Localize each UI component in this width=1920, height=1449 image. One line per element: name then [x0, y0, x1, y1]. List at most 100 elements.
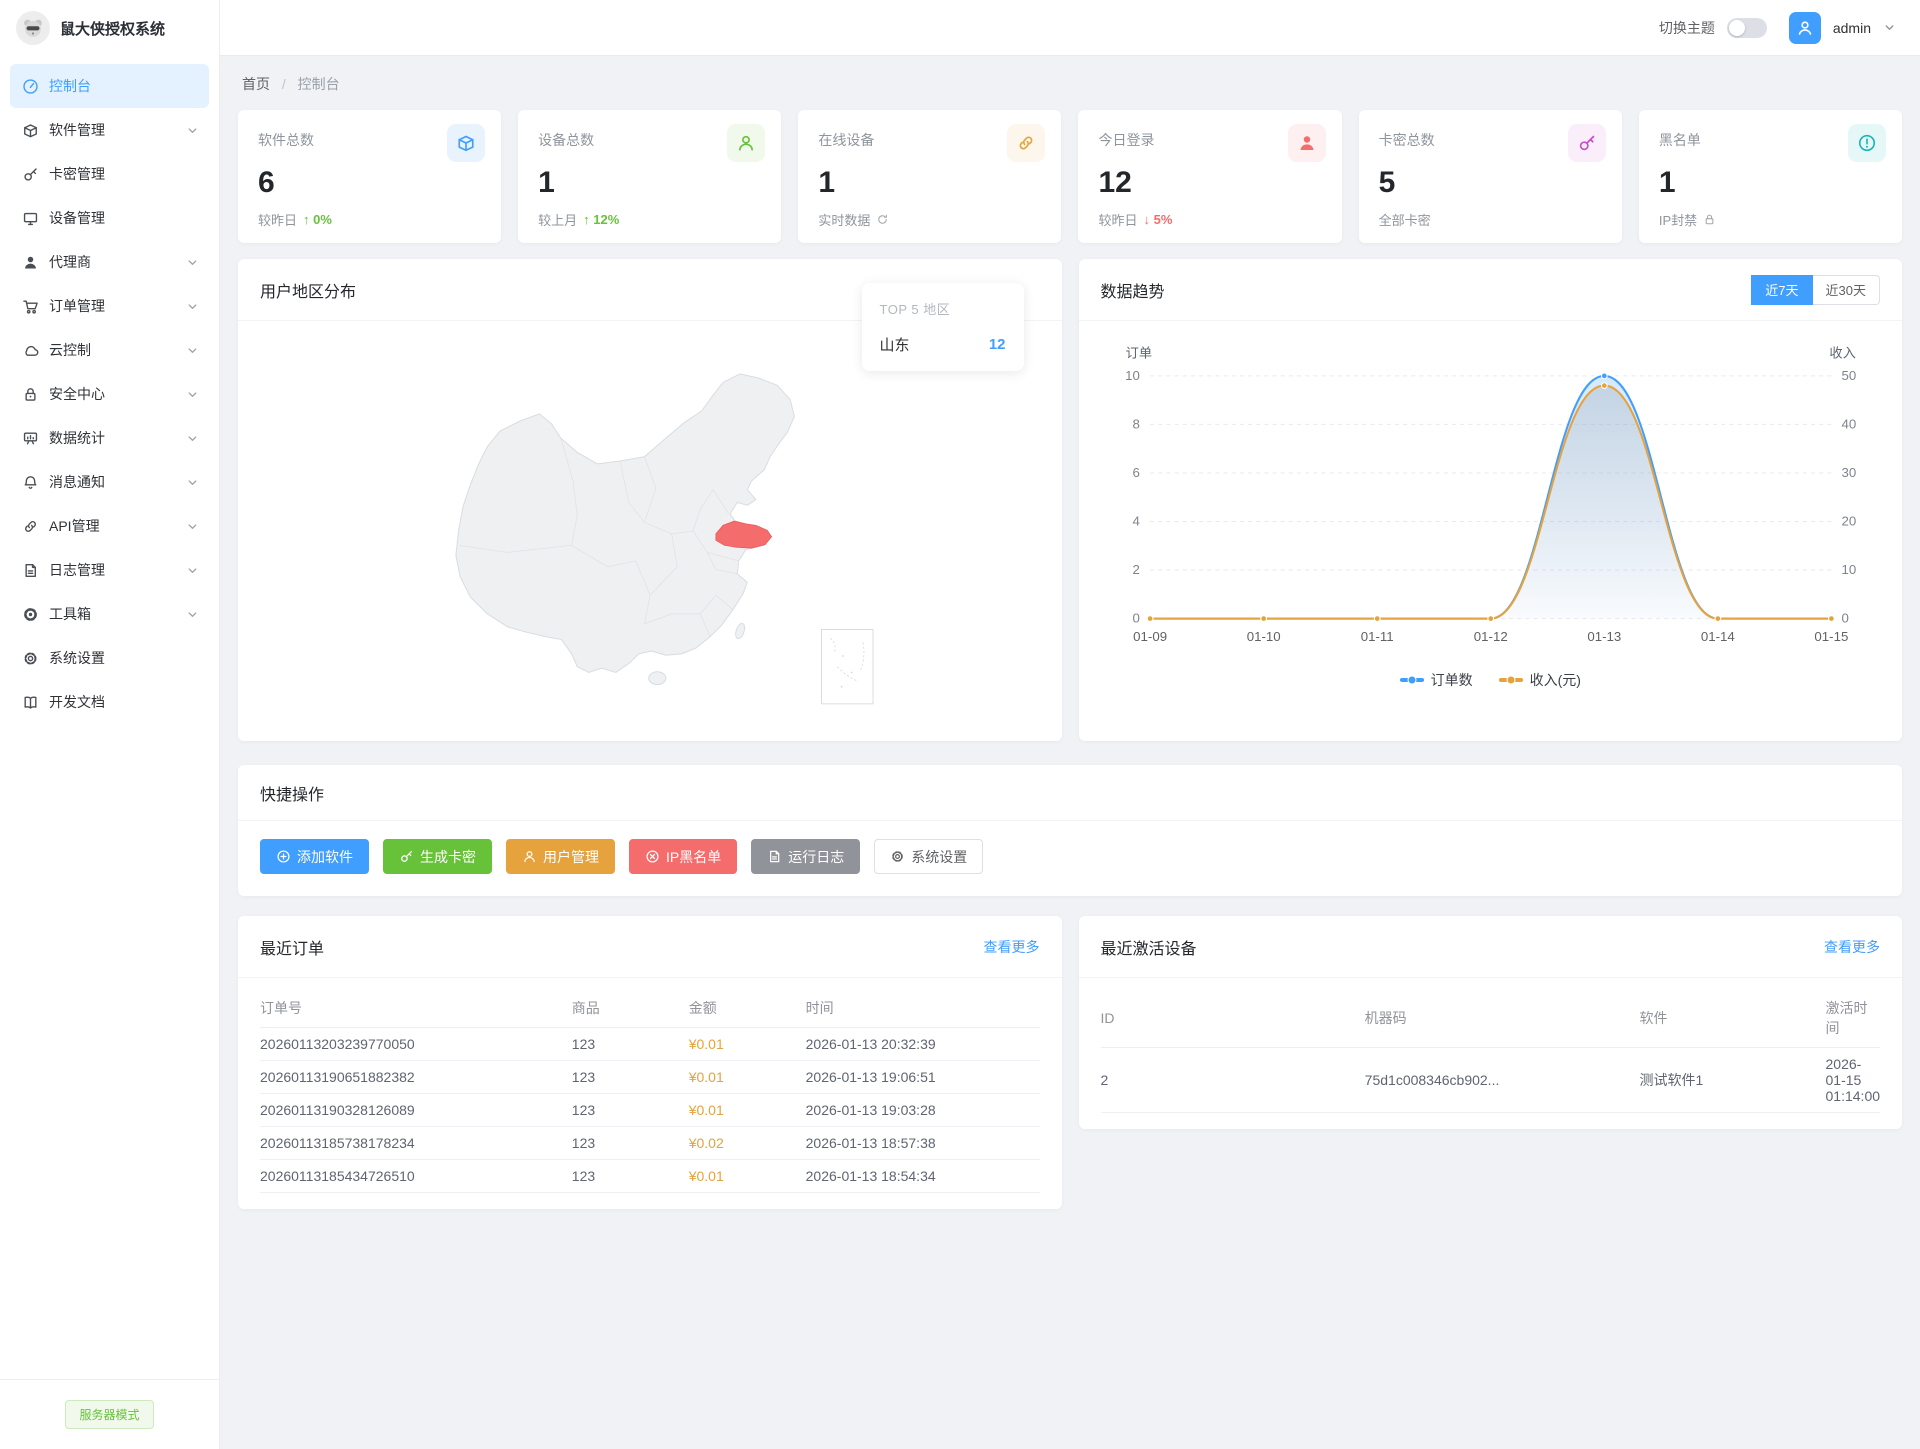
bell-icon [22, 474, 39, 491]
sidebar-item[interactable]: 开发文档 [10, 680, 209, 724]
chevron-down-icon [186, 344, 199, 357]
quick-action-button[interactable]: 生成卡密 [383, 839, 492, 874]
breadcrumb-current: 控制台 [297, 76, 340, 92]
svg-text:40: 40 [1841, 416, 1856, 431]
stat-subline: 较上月 ↑ 12% [538, 210, 761, 229]
user-avatar[interactable] [1788, 11, 1821, 44]
breadcrumb: 首页 / 控制台 [242, 74, 1898, 94]
device-id-cell: 2 [1100, 1047, 1365, 1113]
region-row: 山东 12 [880, 334, 1006, 355]
stat-card: 今日登录 12 较昨日 ↓ 5% [1078, 110, 1342, 243]
chevron-down-icon [186, 300, 199, 313]
sidebar-item[interactable]: 云控制 [10, 328, 209, 372]
sidebar-item[interactable]: 消息通知 [10, 460, 209, 504]
sidebar-item[interactable]: 系统设置 [10, 636, 209, 680]
range-button-group: 近7天 近30天 [1751, 274, 1880, 305]
orders-more-link[interactable]: 查看更多 [984, 937, 1040, 957]
quick-action-label: 生成卡密 [420, 848, 476, 865]
svg-text:01-13: 01-13 [1587, 629, 1621, 644]
legend-item[interactable]: 收入(元) [1498, 670, 1581, 690]
theme-toggle[interactable] [1726, 17, 1767, 38]
sidebar-item[interactable]: 软件管理 [10, 108, 209, 152]
chevron-down-icon[interactable] [1883, 21, 1896, 34]
quick-action-button[interactable]: 添加软件 [260, 839, 369, 874]
user-filled-icon [1287, 124, 1326, 162]
chevron-down-icon [186, 564, 199, 577]
quick-actions-body: 添加软件 生成卡密 用户管理 IP黑名单 运行日志 系统设置 [238, 821, 1902, 896]
quick-action-button[interactable]: 系统设置 [874, 839, 984, 874]
main-area: 切换主题 admin 首页 / 控制台 软件总数 6 较昨日 ↑ 0% 设备总数… [220, 0, 1920, 1449]
svg-text:01-12: 01-12 [1473, 629, 1507, 644]
topbar: 切换主题 admin [220, 0, 1920, 56]
quick-actions-panel: 快捷操作 添加软件 生成卡密 用户管理 IP黑名单 运行日志 系统设置 [238, 765, 1902, 896]
order-time-cell: 2026-01-13 19:03:28 [805, 1093, 1040, 1127]
devices-column-header: 激活时间 [1825, 988, 1880, 1048]
order-time-cell: 2026-01-13 18:57:38 [805, 1126, 1040, 1160]
quick-action-button[interactable]: IP黑名单 [629, 839, 738, 874]
top-regions-title: TOP 5 地区 [879, 302, 951, 317]
recent-devices-header: 最近激活设备 查看更多 [1078, 916, 1902, 978]
breadcrumb-home[interactable]: 首页 [242, 76, 270, 92]
stat-sub-label: 较昨日 [258, 213, 298, 228]
svg-text:4: 4 [1132, 514, 1139, 529]
plus-circle-icon [276, 849, 291, 864]
log-icon [767, 849, 782, 864]
orders-column-header: 时间 [805, 988, 1040, 1028]
quick-action-label: 用户管理 [543, 848, 599, 865]
top-regions-card: TOP 5 地区 山东 12 [861, 283, 1024, 371]
stats-row: 软件总数 6 较昨日 ↑ 0% 设备总数 1 较上月 ↑ 12% 在线设备 1 … [238, 110, 1902, 243]
device-time-cell: 2026-01-15 01:14:00 [1825, 1047, 1880, 1113]
lock-icon [22, 386, 39, 403]
sidebar-item[interactable]: 工具箱 [10, 592, 209, 636]
svg-text:01-15: 01-15 [1814, 629, 1848, 644]
region-value: 12 [988, 336, 1006, 353]
chart-legend: 订单数 收入(元) [1093, 668, 1889, 700]
recent-devices-panel: 最近激活设备 查看更多 ID 机器码 软件 激活时间 2 75d1c008346… [1078, 916, 1902, 1129]
sidebar-item[interactable]: 订单管理 [10, 284, 209, 328]
svg-text:50: 50 [1841, 368, 1856, 383]
quick-actions-header: 快捷操作 [238, 765, 1902, 821]
sidebar-item[interactable]: API管理 [10, 504, 209, 548]
sidebar-item-label: 代理商 [49, 254, 91, 270]
quick-action-button[interactable]: 用户管理 [506, 839, 615, 874]
stat-value: 1 [818, 166, 836, 199]
chevron-down-icon [186, 124, 199, 137]
stats-icon [22, 430, 39, 447]
order-amount-cell: ¥0.01 [688, 1060, 806, 1094]
sidebar-item[interactable]: 安全中心 [10, 372, 209, 416]
sidebar-item[interactable]: 卡密管理 [10, 152, 209, 196]
order-product-cell: 123 [571, 1093, 689, 1127]
sidebar-item[interactable]: 日志管理 [10, 548, 209, 592]
breadcrumb-separator: / [281, 76, 286, 92]
table-row: 20260113185434726510 123 ¥0.01 2026-01-1… [260, 1159, 1040, 1193]
recent-orders-table: 订单号 商品 金额 时间 20260113203239770050 123 ¥0.01… [260, 988, 1040, 1193]
svg-text:01-09: 01-09 [1133, 629, 1167, 644]
quick-action-label: 添加软件 [297, 848, 353, 865]
settings-icon [22, 650, 39, 667]
quick-action-button[interactable]: 运行日志 [751, 839, 861, 874]
svg-text:01-14: 01-14 [1700, 629, 1734, 644]
devices-column-header: 软件 [1639, 988, 1826, 1048]
order-id-cell: 20260113185738178234 [260, 1126, 572, 1160]
sidebar-item[interactable]: 数据统计 [10, 416, 209, 460]
range-button[interactable]: 近30天 [1812, 274, 1880, 305]
range-button[interactable]: 近7天 [1751, 274, 1813, 305]
middle-row: 用户地区分布 TOP 5 地区 山东 12 数据趋势 近7天 近30天 0 2 … [238, 259, 1902, 741]
cloud-icon [22, 342, 39, 359]
stat-value: 6 [258, 166, 275, 199]
sidebar-item[interactable]: 控制台 [10, 64, 209, 108]
order-time-cell: 2026-01-13 20:32:39 [805, 1027, 1040, 1061]
devices-more-link[interactable]: 查看更多 [1824, 937, 1880, 957]
toggle-knob [1728, 19, 1745, 36]
orders-header-row: 订单号 商品 金额 时间 [260, 988, 1040, 1028]
stat-card: 黑名单 1 IP封禁 [1638, 110, 1902, 243]
sidebar-footer: 服务器模式 [0, 1379, 219, 1449]
svg-text:6: 6 [1132, 465, 1139, 480]
svg-text:01-11: 01-11 [1360, 629, 1393, 644]
sidebar-item[interactable]: 代理商 [10, 240, 209, 284]
sidebar-item[interactable]: 设备管理 [10, 196, 209, 240]
sidebar-item-label: 软件管理 [49, 122, 105, 138]
username[interactable]: admin [1833, 20, 1871, 36]
svg-text:20: 20 [1841, 514, 1856, 529]
legend-item[interactable]: 订单数 [1399, 670, 1473, 690]
